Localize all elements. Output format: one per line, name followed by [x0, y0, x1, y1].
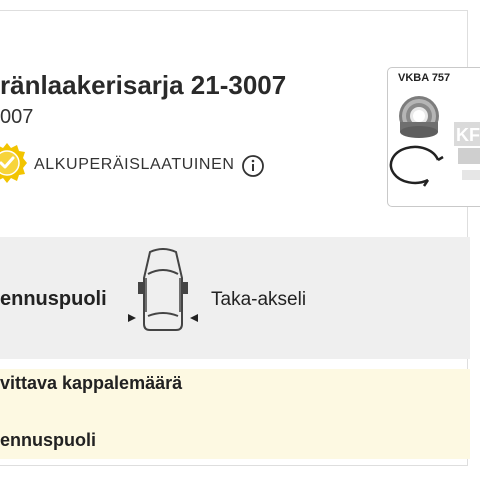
- left-arrow-icon: [128, 314, 136, 322]
- thumbnail-image: KF: [389, 96, 480, 187]
- info-icon[interactable]: [241, 154, 265, 178]
- details-side-label: ennuspuoli: [0, 430, 96, 450]
- thumbnail-label: VKBA 757: [398, 72, 451, 84]
- fitment-side-label: ennuspuoli: [0, 288, 107, 310]
- product-title: ränlaakerisarja 21-3007: [0, 70, 287, 100]
- wheel-bearing-icon: [399, 96, 439, 138]
- quality-seal-icon: [0, 143, 27, 183]
- product-article-number: 007: [0, 106, 34, 128]
- fitment-axle-label: Taka-akseli: [211, 289, 307, 310]
- quality-badge-label: ALKUPERÄISLAATUINEN: [34, 156, 235, 173]
- car-top-view-icon: [128, 248, 198, 331]
- right-arrow-icon: [190, 314, 198, 322]
- retaining-ring-icon: [389, 145, 444, 187]
- svg-text:KF: KF: [456, 125, 480, 145]
- product-thumbnail[interactable]: KF VKBA 757: [387, 67, 480, 207]
- quantity-label: vittava kappalemäärä: [0, 373, 183, 393]
